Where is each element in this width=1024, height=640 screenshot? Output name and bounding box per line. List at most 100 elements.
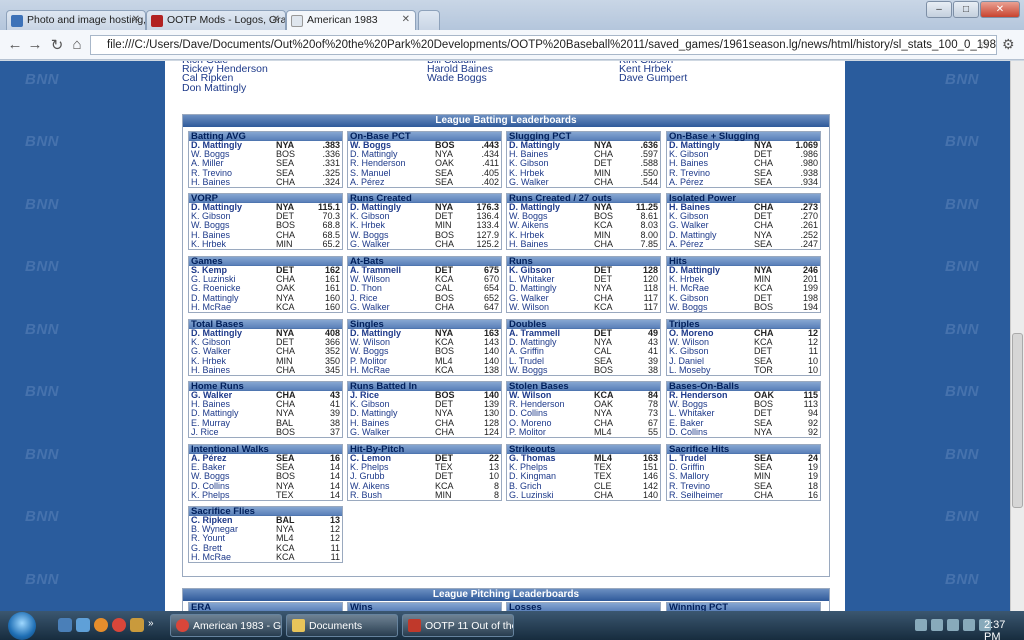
player-link[interactable]: G. Luzinski: [191, 275, 276, 284]
chrome-icon[interactable]: [112, 618, 126, 632]
player-link[interactable]: W. Aikens: [509, 221, 594, 230]
player-link[interactable]: W. Boggs: [350, 347, 435, 356]
volume-icon[interactable]: [963, 619, 975, 631]
player-link[interactable]: Á. Pérez: [669, 240, 754, 249]
player-link[interactable]: W. Boggs: [191, 221, 276, 230]
player-link[interactable]: S. Mallory: [669, 472, 754, 481]
tab-ootp-mods[interactable]: OOTP Mods - Logos, Grap ✕: [146, 10, 286, 31]
player-link[interactable]: G. Walker: [509, 294, 594, 303]
player-link[interactable]: R. Bush: [350, 491, 435, 500]
player-link[interactable]: K. Phelps: [191, 491, 276, 500]
player-link[interactable]: R. Seilheimer: [669, 491, 754, 500]
player-link[interactable]: P. Molitor: [350, 357, 435, 366]
start-button[interactable]: [8, 612, 36, 640]
player-link[interactable]: H. Baines: [509, 240, 594, 249]
player-link[interactable]: W. Wilson: [509, 391, 594, 400]
home-icon[interactable]: ⌂: [68, 36, 86, 53]
player-link[interactable]: H. Baines: [669, 203, 754, 212]
maximize-button[interactable]: □: [953, 1, 979, 18]
player-link[interactable]: Á. Pérez: [191, 454, 276, 463]
player-link[interactable]: G. Walker: [509, 178, 594, 187]
player-link[interactable]: J. Rice: [191, 428, 276, 437]
player-link[interactable]: H. Baines: [509, 150, 594, 159]
player-link[interactable]: H. McRae: [191, 553, 276, 562]
player-link[interactable]: G. Roenicke: [191, 284, 276, 293]
player-link[interactable]: H. Baines: [191, 231, 276, 240]
player-link[interactable]: D. Collins: [509, 409, 594, 418]
player-link[interactable]: J. Rice: [350, 294, 435, 303]
player-link[interactable]: O. Moreno: [509, 419, 594, 428]
player-link[interactable]: G. Walker: [350, 303, 435, 312]
firefox-icon[interactable]: [94, 618, 108, 632]
player-link[interactable]: D. Collins: [191, 482, 276, 491]
player-link[interactable]: R. Henderson: [350, 159, 435, 168]
player-link[interactable]: R. Trevino: [669, 169, 754, 178]
player-link[interactable]: E. Baker: [669, 419, 754, 428]
minimize-button[interactable]: –: [926, 1, 952, 18]
player-link[interactable]: H. Baines: [191, 366, 276, 375]
player-link[interactable]: K. Hrbek: [509, 231, 594, 240]
player-link[interactable]: K. Gibson: [669, 212, 754, 221]
player-link[interactable]: K. Gibson: [669, 294, 754, 303]
player-link[interactable]: G. Thomas: [509, 454, 594, 463]
player-link[interactable]: H. McRae: [669, 284, 754, 293]
player-link[interactable]: D. Mattingly: [191, 294, 276, 303]
player-link[interactable]: A. Miller: [191, 159, 276, 168]
quicklaunch-expand-icon[interactable]: »: [148, 618, 156, 632]
player-link[interactable]: K. Gibson: [350, 212, 435, 221]
player-link[interactable]: K. Hrbek: [191, 357, 276, 366]
tab-american-1983[interactable]: American 1983 ✕: [286, 10, 416, 32]
player-link[interactable]: H. McRae: [350, 366, 435, 375]
player-link[interactable]: R. Trevino: [669, 482, 754, 491]
player-link[interactable]: G. Walker: [669, 221, 754, 230]
player-link[interactable]: D. Mattingly: [191, 203, 276, 212]
player-link[interactable]: H. Baines: [191, 400, 276, 409]
player-link[interactable]: Á. Pérez: [669, 178, 754, 187]
player-link[interactable]: B. Grich: [509, 482, 594, 491]
clock[interactable]: 2:37 PM: [984, 619, 1024, 640]
player-link[interactable]: L. Moseby: [669, 366, 754, 375]
player-link[interactable]: W. Boggs: [509, 212, 594, 221]
player-link[interactable]: K. Hrbek: [509, 169, 594, 178]
player-link[interactable]: G. Luzinski: [509, 491, 594, 500]
player-link[interactable]: P. Molitor: [509, 428, 594, 437]
tab-photo-hosting[interactable]: Photo and image hosting, ✕: [6, 10, 146, 31]
show-desktop-icon[interactable]: [58, 618, 72, 632]
player-link[interactable]: W. Wilson: [669, 338, 754, 347]
ie-icon[interactable]: [76, 618, 90, 632]
player-link[interactable]: H. Baines: [669, 159, 754, 168]
player-link[interactable]: K. Gibson: [509, 266, 594, 275]
task-ootp[interactable]: OOTP 11 Out of the ...: [402, 614, 514, 637]
list-item[interactable]: Wade Boggs: [427, 73, 493, 84]
player-link[interactable]: D. Mattingly: [509, 203, 594, 212]
player-link[interactable]: W. Boggs: [191, 150, 276, 159]
player-link[interactable]: L. Trudel: [669, 454, 754, 463]
close-tab-icon[interactable]: ✕: [132, 14, 140, 25]
player-link[interactable]: W. Wilson: [350, 338, 435, 347]
player-link[interactable]: D. Mattingly: [191, 141, 276, 150]
folder-icon[interactable]: [130, 618, 144, 632]
player-link[interactable]: J. Daniel: [669, 357, 754, 366]
player-link[interactable]: D. Griffin: [669, 463, 754, 472]
wrench-menu-icon[interactable]: ⚙: [1002, 36, 1015, 53]
player-link[interactable]: W. Wilson: [509, 303, 594, 312]
close-window-button[interactable]: ✕: [980, 1, 1020, 18]
player-link[interactable]: W. Boggs: [191, 472, 276, 481]
player-link[interactable]: D. Mattingly: [669, 231, 754, 240]
player-link[interactable]: R. Henderson: [669, 391, 754, 400]
tray-icon[interactable]: [931, 619, 943, 631]
close-tab-icon[interactable]: ✕: [402, 14, 410, 25]
player-link[interactable]: K. Gibson: [350, 400, 435, 409]
player-link[interactable]: D. Collins: [669, 428, 754, 437]
player-link[interactable]: S. Kemp: [191, 266, 276, 275]
player-link[interactable]: R. Trevino: [191, 169, 276, 178]
player-link[interactable]: J. Rice: [350, 391, 435, 400]
player-link[interactable]: D. Mattingly: [509, 141, 594, 150]
player-link[interactable]: W. Boggs: [350, 231, 435, 240]
player-link[interactable]: A. Trammell: [509, 329, 594, 338]
bookmark-star-icon[interactable]: ☆: [978, 36, 991, 53]
player-link[interactable]: G. Walker: [191, 391, 276, 400]
player-link[interactable]: H. Baines: [191, 178, 276, 187]
player-link[interactable]: B. Wynegar: [191, 525, 276, 534]
player-link[interactable]: D. Mattingly: [350, 150, 435, 159]
